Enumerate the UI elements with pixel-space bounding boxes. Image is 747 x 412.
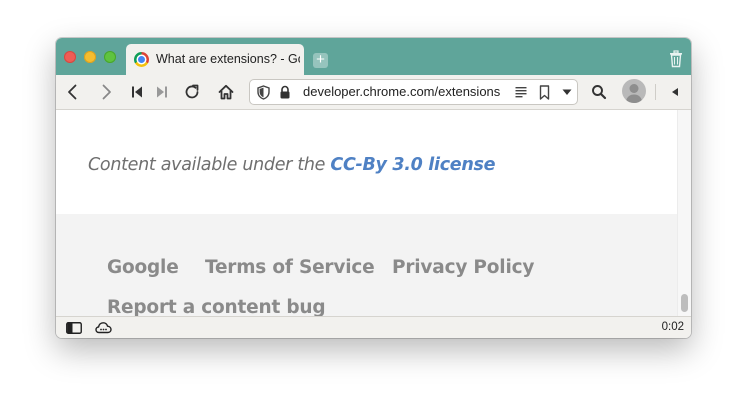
chrome-logo-icon [134,52,149,67]
vertical-scrollbar[interactable] [677,110,691,316]
license-text: Content available under the [88,155,331,175]
search-button[interactable] [587,80,611,104]
maximize-window-button[interactable] [104,51,116,63]
plus-icon: + [316,51,325,68]
dropdown-arrow-icon[interactable] [562,89,572,96]
bookmark-icon[interactable] [539,85,550,100]
reload-button[interactable] [180,80,204,104]
footer-link-terms[interactable]: Terms of Service [205,257,375,278]
forward-arrow-icon [102,84,111,100]
rewind-icon [132,86,142,98]
new-tab-button[interactable]: + [313,51,328,68]
rewind-button[interactable] [125,80,149,104]
scrollbar-thumb[interactable] [681,294,688,312]
footer-link-privacy[interactable]: Privacy Policy [392,257,534,278]
avatar[interactable] [622,79,646,103]
cloud-icon[interactable] [95,321,112,334]
sidebar-panel-icon[interactable] [66,322,82,334]
page-footer: Google Terms of Service Privacy Policy R… [56,214,677,316]
fast-forward-button[interactable] [150,80,174,104]
home-button[interactable] [214,80,238,104]
url-text[interactable]: developer.chrome.com/extensions [303,80,500,104]
fast-forward-icon [157,86,167,98]
minimize-window-button[interactable] [84,51,96,63]
license-notice: Content available under the CC-By 3.0 li… [88,155,495,175]
toolbar-divider [655,84,656,100]
search-icon [592,85,607,100]
browser-window: What are extensions? - Google Chrome + [56,38,691,338]
reader-mode-icon[interactable] [515,86,527,98]
home-icon [218,84,234,100]
tab-active[interactable]: What are extensions? - Google Chrome [126,44,304,75]
navigation-toolbar: developer.chrome.com/extensions [56,75,691,110]
tab-title: What are extensions? - Google Chrome [156,52,300,66]
title-bar: What are extensions? - Google Chrome + [56,38,691,75]
status-bar: 0:02 [56,316,691,338]
back-arrow-icon [68,84,77,100]
lock-icon[interactable] [279,85,291,100]
address-bar[interactable]: developer.chrome.com/extensions [249,79,578,105]
shield-icon[interactable] [257,85,270,100]
forward-button[interactable] [94,80,118,104]
close-window-button[interactable] [64,51,76,63]
footer-link-google[interactable]: Google [107,257,179,278]
back-button[interactable] [61,80,85,104]
reload-icon [185,84,199,99]
trash-icon[interactable] [668,50,684,68]
panel-toggle-icon [672,88,678,96]
page-content: Content available under the CC-By 3.0 li… [56,110,677,316]
panel-toggle-button[interactable] [663,80,687,104]
license-link[interactable]: CC-By 3.0 license [330,155,495,175]
status-time: 0:02 [661,321,684,333]
footer-link-report-bug[interactable]: Report a content bug [107,297,326,316]
